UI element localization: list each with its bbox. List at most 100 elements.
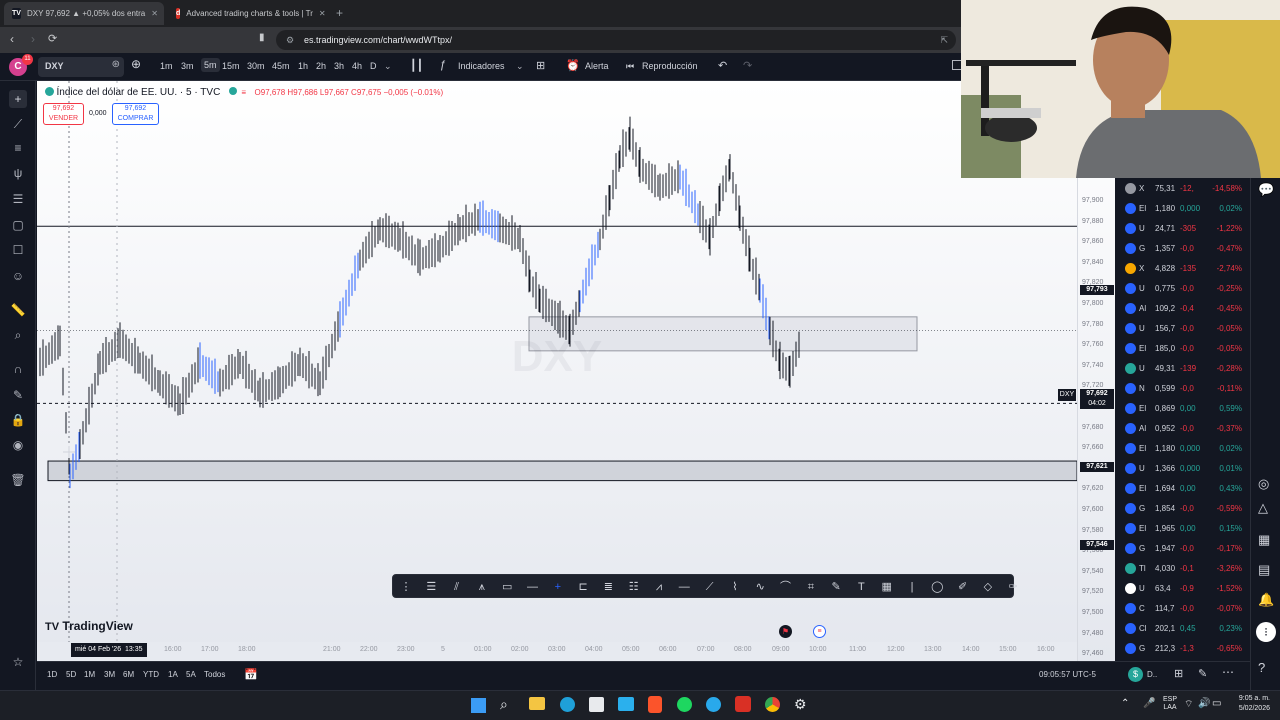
- bell-icon[interactable]: 🔔: [1258, 592, 1274, 608]
- horizontal-line-icon[interactable]: —: [526, 580, 540, 594]
- watchlist-row[interactable]: N 0,599 -0,0 -0,11%: [1115, 378, 1250, 398]
- undo-icon[interactable]: ↶: [718, 59, 727, 72]
- watchlist-row[interactable]: X 4,828 -135 -2,74%: [1115, 258, 1250, 278]
- tradingview-logo[interactable]: TV TradingView: [45, 619, 133, 633]
- currency-label[interactable]: D..: [1147, 670, 1157, 679]
- reload-icon[interactable]: ⟳: [48, 32, 57, 45]
- watchlist-row[interactable]: U 156,7 -0,0 -0,05%: [1115, 318, 1250, 338]
- new-tab-icon[interactable]: +: [336, 6, 343, 20]
- time-axis[interactable]: mié 04 Feb '26 13:35 16:00 17:00 18:00 21:0…: [37, 642, 1077, 661]
- watchlist-row[interactable]: El 0,869 0,00 0,59%: [1115, 398, 1250, 418]
- zoom-icon[interactable]: ⌕: [9, 326, 27, 344]
- store-icon[interactable]: [589, 697, 604, 712]
- forward-icon[interactable]: ›: [31, 32, 35, 46]
- watchlist-row[interactable]: El 1,694 0,00 0,43%: [1115, 478, 1250, 498]
- compare-icon[interactable]: ⊛: [112, 59, 120, 70]
- alert-button[interactable]: Alerta: [585, 61, 609, 71]
- layout-grid-icon[interactable]: ⊞: [536, 59, 545, 72]
- event-icon[interactable]: ⚑: [779, 625, 792, 638]
- wifi-icon[interactable]: ⌔: [1184, 698, 1193, 711]
- watchlist-row[interactable]: Al 109,2 -0,4 -0,45%: [1115, 298, 1250, 318]
- eraser-icon[interactable]: ◇: [981, 580, 995, 594]
- taskbar-clock[interactable]: 9:05 a. m. 5/02/2026: [1226, 694, 1270, 714]
- battery-icon[interactable]: ▭: [1212, 698, 1221, 709]
- trash-icon[interactable]: 🗑: [9, 471, 27, 489]
- crosshair-icon[interactable]: +: [9, 90, 27, 108]
- replay-button[interactable]: Reproducción: [642, 61, 698, 71]
- fib-icon[interactable]: ☰: [9, 190, 27, 208]
- url-input[interactable]: ⚙ es.tradingview.com/chart/wwdWTtpx/ ⇱: [276, 30, 956, 50]
- more-icon[interactable]: ⋯: [1222, 665, 1234, 679]
- range-6m[interactable]: 6M: [123, 670, 134, 679]
- eye-icon[interactable]: ◉: [9, 436, 27, 454]
- frame-icon[interactable]: ⌗: [804, 580, 818, 594]
- curve-icon[interactable]: ∿: [753, 580, 767, 594]
- watchlist-row[interactable]: C 114,7 -0,0 -0,07%: [1115, 598, 1250, 618]
- redo-icon[interactable]: ↷: [743, 59, 752, 72]
- callout-icon[interactable]: ⊏: [576, 580, 590, 594]
- bookmark-icon[interactable]: ▮: [259, 32, 265, 43]
- watchlist-row[interactable]: G 1,357 -0,0 -0,47%: [1115, 238, 1250, 258]
- apps-grid-icon[interactable]: ⁝: [1256, 622, 1276, 642]
- timeframe-1m[interactable]: 1m: [160, 61, 173, 71]
- timeframe-45m[interactable]: 45m: [272, 61, 290, 71]
- crosshair-icon[interactable]: +: [551, 580, 565, 594]
- eye-icon[interactable]: ≡: [241, 88, 246, 97]
- tradingview-app-icon[interactable]: [735, 696, 751, 712]
- add-symbol-icon[interactable]: ⊕: [131, 57, 141, 71]
- range-1m[interactable]: 1M: [84, 670, 95, 679]
- star-icon[interactable]: ☆: [9, 653, 27, 671]
- buy-button[interactable]: 97,692 COMPRAR: [112, 103, 159, 125]
- drag-handle-icon[interactable]: ⋮: [399, 580, 413, 594]
- range-3m[interactable]: 3M: [104, 670, 115, 679]
- rectangle-icon[interactable]: ▭: [500, 580, 514, 594]
- ray-icon[interactable]: ⟋: [703, 580, 717, 594]
- highlighter-icon[interactable]: ✑: [1006, 580, 1020, 594]
- share-icon[interactable]: ⇱: [940, 30, 948, 50]
- watchlist-row[interactable]: U 49,31 -139 -0,28%: [1115, 358, 1250, 378]
- edge-icon[interactable]: [560, 697, 575, 712]
- range-5a[interactable]: 5A: [186, 670, 196, 679]
- site-info-icon[interactable]: ⚙: [286, 30, 294, 50]
- timeframe-4h[interactable]: 4h: [352, 61, 362, 71]
- vertical-line-icon[interactable]: |: [905, 580, 919, 594]
- table-icon[interactable]: ▦: [880, 580, 894, 594]
- layout-icon[interactable]: ⊞: [1174, 667, 1183, 680]
- lock-icon[interactable]: 🔒: [9, 411, 27, 429]
- watchlist-row[interactable]: U 0,775 -0,0 -0,25%: [1115, 278, 1250, 298]
- symbol-title[interactable]: Índice del dólar de EE. UU. · 5 · TVC: [57, 87, 221, 98]
- calendar-icon[interactable]: 📅: [244, 668, 258, 681]
- close-icon[interactable]: ✕: [151, 9, 158, 18]
- range-todos[interactable]: Todos: [204, 670, 225, 679]
- timeframe-30m[interactable]: 30m: [247, 61, 265, 71]
- stay-in-drawing-icon[interactable]: ✎: [9, 386, 27, 404]
- us-flag-icon[interactable]: ≡: [813, 625, 826, 638]
- watchlist-row[interactable]: El 1,180 0,000 0,02%: [1115, 198, 1250, 218]
- tray-chevron-icon[interactable]: ⌃: [1121, 698, 1129, 709]
- app-icon[interactable]: [618, 697, 634, 711]
- watchlist-row[interactable]: El 1,965 0,00 0,15%: [1115, 518, 1250, 538]
- chevron-down-icon[interactable]: ⌄: [384, 61, 392, 72]
- sell-button[interactable]: 97,692 VENDER: [43, 103, 84, 125]
- target-icon[interactable]: ◎: [1258, 476, 1269, 492]
- help-icon[interactable]: ?: [1258, 660, 1265, 675]
- range-1d[interactable]: 1D: [47, 670, 57, 679]
- zigzag-icon[interactable]: ⌇: [728, 580, 742, 594]
- language-indicator[interactable]: ESP LAA: [1162, 696, 1178, 712]
- ruler-icon[interactable]: 📏: [9, 301, 27, 319]
- close-icon[interactable]: ✕: [319, 9, 326, 18]
- indicators-button[interactable]: Indicadores: [458, 61, 505, 71]
- lines-icon[interactable]: ☰: [424, 580, 438, 594]
- calculator-icon[interactable]: ▤: [1258, 562, 1270, 578]
- pattern-icon[interactable]: ⩚: [475, 580, 489, 594]
- watchlist-row[interactable]: Cl 202,1 0,45 0,23%: [1115, 618, 1250, 638]
- watchlist-row[interactable]: U 24,71 -305 -1,22%: [1115, 218, 1250, 238]
- timeframe-2h[interactable]: 2h: [316, 61, 326, 71]
- emoji-icon[interactable]: ☺: [9, 267, 27, 285]
- back-icon[interactable]: ‹: [10, 32, 14, 46]
- timeframe-1h[interactable]: 1h: [298, 61, 308, 71]
- watchlist-row[interactable]: G 212,3 -1,3 -0,65%: [1115, 638, 1250, 658]
- watchlist-row[interactable]: El 185,0 -0,0 -0,05%: [1115, 338, 1250, 358]
- watchlist-row[interactable]: G 1,947 -0,0 -0,17%: [1115, 538, 1250, 558]
- position-icon[interactable]: ☷: [627, 580, 641, 594]
